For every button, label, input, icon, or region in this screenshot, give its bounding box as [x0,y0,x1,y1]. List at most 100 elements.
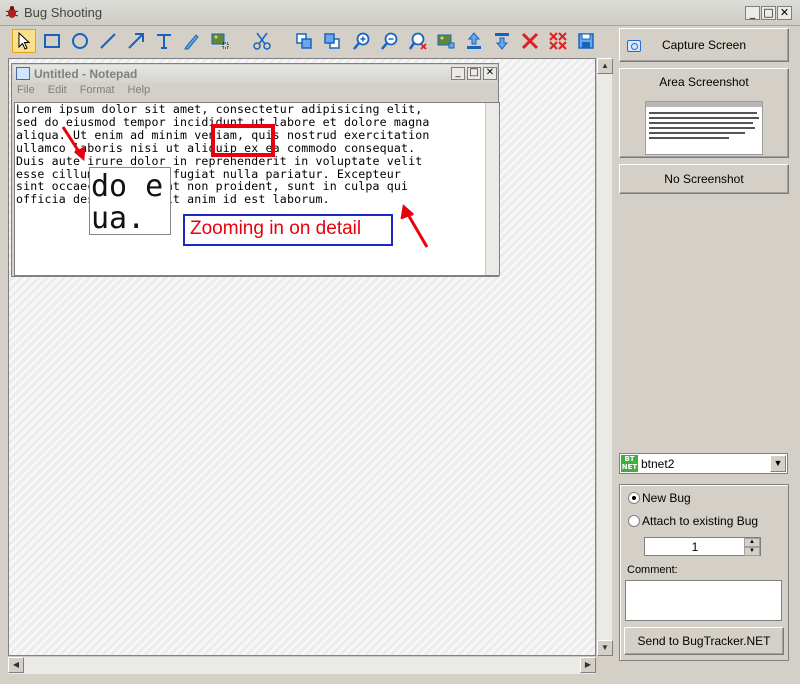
thumbnail-line [649,117,759,119]
thumbnail-line [649,132,745,134]
new-bug-label[interactable]: New Bug [642,491,691,505]
canvas-vertical-scrollbar[interactable]: ▲ ▼ [596,58,613,656]
notepad-scrollbar [485,103,499,275]
image-icon [437,34,455,49]
window-title: Bug Shooting [24,5,103,20]
zoom-area-tool[interactable] [208,29,232,53]
download-icon [495,33,509,50]
bring-forward-tool[interactable] [292,29,316,53]
marker-icon [184,34,199,50]
scroll-down-icon[interactable]: ▼ [597,640,613,656]
notepad-minimize-icon: _ [451,67,465,80]
send-to-bugtracker-button[interactable]: Send to BugTracker.NET [624,627,784,655]
select-tool[interactable] [12,29,36,53]
ellipse-tool[interactable] [68,29,92,53]
camera-icon [627,40,641,52]
delete-all-icon [549,32,567,50]
download-tool[interactable] [490,29,514,53]
new-bug-radio[interactable] [628,492,640,504]
bug-number-value[interactable]: 1 [645,540,745,554]
notepad-title: Untitled - Notepad [34,67,138,81]
zoom-text-line: do e [91,169,164,204]
notepad-menu-format: Format [79,84,115,96]
save-icon [578,33,594,49]
zoom-reset-icon [408,32,427,50]
upload-tool[interactable] [462,29,486,53]
ellipse-icon [72,33,88,49]
thumbnail-line [649,137,729,139]
zoom-in-icon [353,32,370,50]
arrow-icon [128,33,144,49]
zoom-out-icon [381,32,398,50]
zoom-reset-tool[interactable] [406,29,430,53]
notepad-menu-edit: Edit [47,84,67,96]
rectangle-tool[interactable] [40,29,64,53]
title-bar: Bug Shooting _ □ ✕ [0,0,800,26]
capture-screen-label: Capture Screen [661,38,747,52]
thumbnail-line [649,122,753,124]
cursor-icon [18,31,31,50]
thumbnail-title-bar [646,102,762,107]
capture-screen-button[interactable]: Capture Screen [619,28,789,62]
no-screenshot-button[interactable]: No Screenshot [619,164,789,194]
cut-tool[interactable] [250,29,274,53]
tracker-select-value: btnet2 [641,457,675,471]
stepper-down-icon[interactable]: ▼ [744,547,760,556]
send-backward-tool[interactable] [320,29,344,53]
bug-number-stepper[interactable]: 1 ▲ ▼ [644,537,761,556]
layer-forward-icon [296,33,312,49]
notepad-close-icon: ✕ [483,67,497,80]
chevron-down-icon[interactable]: ▼ [770,455,786,472]
text-icon [157,34,171,49]
thumbnail-line [649,112,757,114]
notepad-icon [16,67,30,80]
tracker-select[interactable]: BT NET btnet2 ▼ [619,453,788,474]
toolbar [0,26,612,58]
attach-existing-radio[interactable] [628,515,640,527]
text-line: esse cillum dolore eu fugiat nulla paria… [16,166,402,181]
notepad-maximize-icon: □ [467,67,481,80]
image-tool[interactable] [434,29,458,53]
comment-label: Comment: [627,564,678,576]
zoom-detail-box[interactable]: do e ua. [89,167,171,235]
upload-icon [467,32,481,49]
line-tool[interactable] [96,29,120,53]
rectangle-icon [44,34,60,48]
delete-tool[interactable] [518,29,542,53]
bug-icon [5,6,19,18]
notepad-menu: File Edit Format Help [17,84,150,102]
zoom-out-tool[interactable] [378,29,402,53]
annotation-label[interactable]: Zooming in on detail [183,214,393,246]
text-tool[interactable] [152,29,176,53]
screenshot-thumbnail [645,101,763,155]
stepper-up-icon[interactable]: ▲ [744,538,760,547]
marker-tool[interactable] [180,29,204,53]
maximize-button[interactable]: □ [761,6,776,20]
zoom-area-icon [211,33,229,49]
delete-all-tool[interactable] [546,29,570,53]
minimize-button[interactable]: _ [745,6,760,20]
thumbnail-line [649,127,755,129]
btnet-icon: BT NET [621,455,638,472]
close-button[interactable]: ✕ [777,6,792,20]
text-line: Lorem ipsum dolor sit amet, consectetur … [16,102,423,116]
delete-icon [521,32,539,50]
notepad-menu-help: Help [127,84,151,96]
scissors-icon [253,32,271,50]
text-line: officia deserunt mollit anim id est labo… [16,192,330,207]
scroll-right-icon[interactable]: ▶ [580,657,596,673]
area-screenshot-label: Area Screenshot [659,75,749,89]
screenshot-canvas[interactable]: Untitled - Notepad _ □ ✕ File Edit Forma… [8,58,596,656]
layer-backward-icon [324,33,340,49]
text-line: sint occaecat cupidatat non proident, su… [16,179,409,194]
save-tool[interactable] [574,29,598,53]
highlight-rectangle[interactable] [211,124,275,157]
scroll-left-icon[interactable]: ◀ [8,657,24,673]
canvas-horizontal-scrollbar[interactable]: ◀ ▶ [8,656,596,674]
attach-existing-label[interactable]: Attach to existing Bug [642,514,758,528]
notepad-menu-file: File [17,84,35,96]
zoom-in-tool[interactable] [350,29,374,53]
comment-textarea[interactable] [625,580,782,621]
arrow-tool[interactable] [124,29,148,53]
scroll-up-icon[interactable]: ▲ [597,58,613,74]
